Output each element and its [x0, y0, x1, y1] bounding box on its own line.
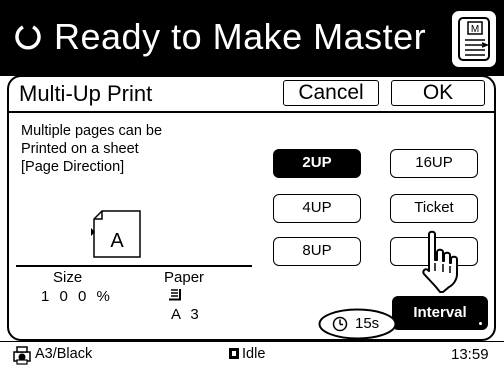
cancel-button[interactable]: Cancel: [283, 80, 379, 106]
machine-state-text: Idle: [242, 346, 266, 362]
description-text: Multiple pages can be Printed on a sheet…: [21, 122, 162, 176]
paper-value: A 3: [171, 306, 202, 323]
status-bar-divider: [0, 341, 504, 342]
option-4up-button[interactable]: 4UP: [273, 194, 361, 223]
printer-drum-icon: [13, 346, 31, 365]
description-line-2: Printed on a sheet: [21, 141, 139, 157]
status-bar: A3/Black Idle 13:59: [0, 341, 504, 371]
status-display: Ready to Make Master: [14, 8, 426, 66]
multi-up-print-panel: Multi-Up Print Cancel OK Multiple pages …: [7, 75, 496, 341]
pointing-hand-icon: [422, 230, 458, 293]
header-bar: Ready to Make Master M: [0, 0, 504, 76]
clock-time: 13:59: [451, 346, 489, 363]
size-value: 1 0 0 %: [41, 288, 113, 305]
page-direction-icon: A: [91, 210, 141, 258]
panel-title-row: Multi-Up Print Cancel OK: [9, 77, 494, 113]
machine-state-icon: [229, 348, 239, 359]
refresh-arc-icon: [15, 25, 41, 50]
paper-tray-icon: [169, 289, 181, 301]
option-8up-button[interactable]: 8UP: [273, 237, 361, 266]
ok-button[interactable]: OK: [391, 80, 485, 106]
option-16up-button[interactable]: 16UP: [390, 149, 478, 178]
divider: [16, 265, 252, 267]
interval-label: Interval: [413, 304, 467, 321]
paper-label: Paper: [164, 269, 205, 286]
panel-title: Multi-Up Print: [19, 81, 153, 106]
option-2up-button[interactable]: 2UP: [273, 149, 361, 178]
option-ticket-button[interactable]: Ticket: [390, 194, 478, 223]
paper-color-status: A3/Black: [35, 346, 93, 362]
interval-button[interactable]: Interval: [392, 296, 488, 330]
size-label: Size: [53, 269, 83, 286]
clock-icon: [332, 316, 348, 332]
description-line-1: Multiple pages can be: [21, 123, 163, 139]
page-direction-letter: A: [110, 230, 124, 252]
master-info-button[interactable]: M: [452, 11, 496, 67]
status-text: Ready to Make Master: [54, 16, 427, 57]
description-line-3: [Page Direction]: [21, 159, 125, 175]
svg-text:M: M: [471, 24, 479, 35]
master-document-icon: M: [458, 17, 490, 61]
auto-clear-timer: 15s: [318, 308, 397, 340]
timer-text: 15s: [355, 315, 380, 332]
indicator-dot: [479, 322, 482, 325]
